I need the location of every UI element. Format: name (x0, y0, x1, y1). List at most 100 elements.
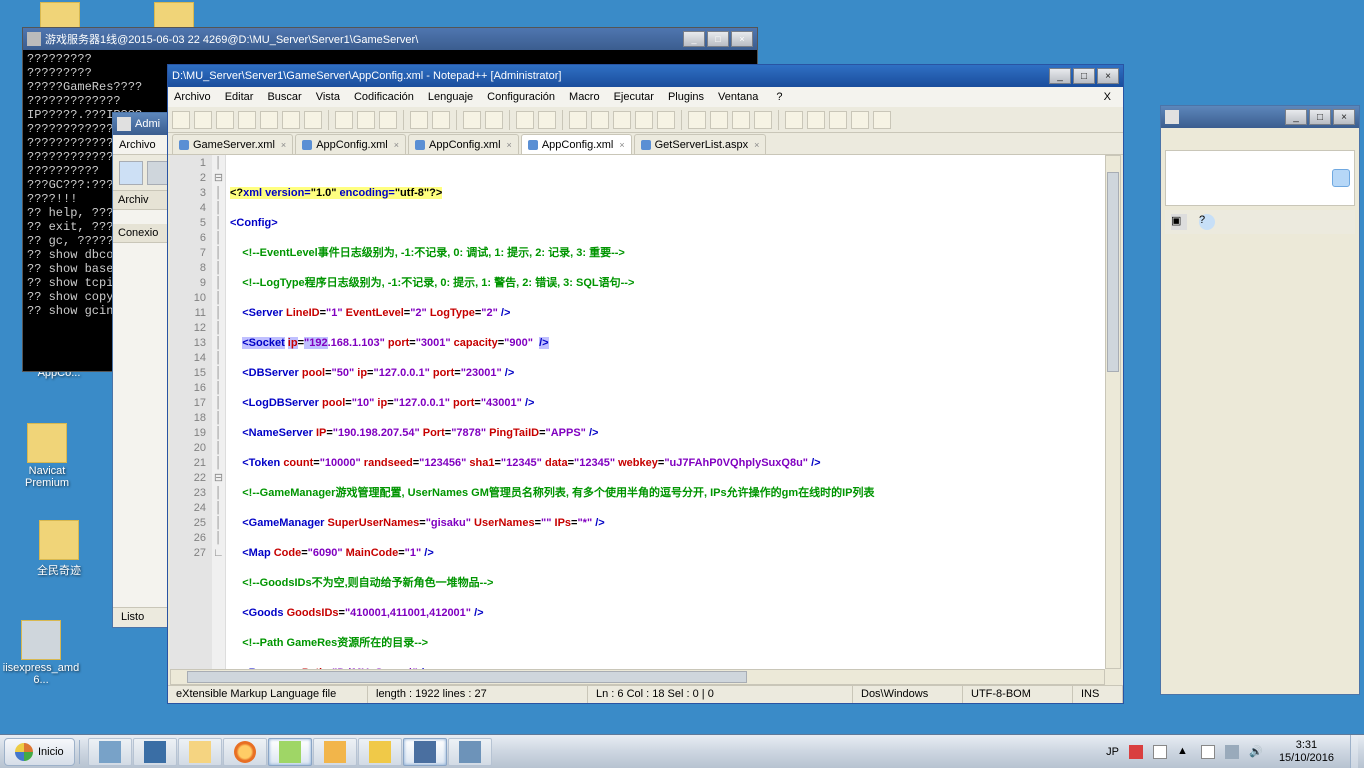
editor-tab[interactable]: GetServerList.aspx× (634, 134, 767, 154)
print-icon[interactable] (304, 111, 322, 129)
pin-notepadpp[interactable] (268, 738, 312, 766)
menu-vista[interactable]: Vista (316, 91, 340, 103)
close-button[interactable]: × (1333, 109, 1355, 125)
desktop-icon[interactable]: Navicat Premium (8, 423, 86, 489)
menu-codificacion[interactable]: Codificación (354, 91, 414, 103)
code-area[interactable]: <?xml version="1.0" encoding="utf-8"?> <… (226, 155, 1105, 669)
editor-tab[interactable]: AppConfig.xml× (408, 134, 519, 154)
tab-close-icon[interactable]: × (754, 140, 759, 150)
maximize-button[interactable]: □ (1309, 109, 1331, 125)
function-list-icon[interactable] (732, 111, 750, 129)
lang-icon[interactable] (688, 111, 706, 129)
right-icon (1165, 110, 1179, 124)
desktop-icon[interactable]: 全民奇迹 (20, 520, 98, 578)
editor-tab[interactable]: AppConfig.xml× (521, 134, 632, 154)
menu-plugins[interactable]: Plugins (668, 91, 704, 103)
menu-macro[interactable]: Macro (569, 91, 600, 103)
go-icon[interactable] (1332, 169, 1350, 187)
vertical-scrollbar[interactable] (1105, 155, 1121, 669)
pin-console[interactable] (403, 738, 447, 766)
maximize-button[interactable]: □ (1073, 68, 1095, 84)
tray-shield-icon[interactable] (1129, 745, 1143, 759)
macro-play-icon[interactable] (829, 111, 847, 129)
sync-h-icon[interactable] (591, 111, 609, 129)
menu-ventana[interactable]: Ventana (718, 91, 758, 103)
replace-icon[interactable] (485, 111, 503, 129)
close-file-icon[interactable] (260, 111, 278, 129)
sync-v-icon[interactable] (569, 111, 587, 129)
macro-start-icon[interactable] (785, 111, 803, 129)
lang-indicator[interactable]: JP (1106, 746, 1119, 758)
status-eol: Dos\Windows (853, 686, 963, 703)
zoom-in-icon[interactable] (516, 111, 534, 129)
right-titlebar[interactable]: _ □ × (1161, 106, 1359, 128)
folder-icon[interactable] (710, 111, 728, 129)
pin-app2[interactable] (448, 738, 492, 766)
tray-action-icon[interactable] (1201, 745, 1215, 759)
tray-sound-icon[interactable]: 🔊 (1249, 745, 1263, 759)
cut-icon[interactable] (335, 111, 353, 129)
copy-icon[interactable] (357, 111, 375, 129)
pin-server-manager[interactable] (88, 738, 132, 766)
maximize-button[interactable]: □ (707, 31, 729, 47)
tray-flag-icon[interactable] (1153, 745, 1167, 759)
taskbar-clock[interactable]: 3:31 15/10/2016 (1273, 739, 1340, 765)
npp-editor[interactable]: 1234567891011121314151617181920212223242… (170, 155, 1105, 669)
tab-close-icon[interactable]: × (619, 140, 624, 150)
back-button[interactable] (119, 161, 143, 185)
tab-close-icon[interactable]: × (281, 140, 286, 150)
pin-navicat[interactable] (358, 738, 402, 766)
horizontal-scrollbar[interactable] (170, 669, 1105, 685)
find-icon[interactable] (463, 111, 481, 129)
tab-close-icon[interactable]: × (394, 140, 399, 150)
filter-icon[interactable]: ▣ (1171, 214, 1187, 230)
pin-explorer[interactable] (178, 738, 222, 766)
editor-tab[interactable]: GameServer.xml× (172, 134, 293, 154)
minimize-button[interactable]: _ (1285, 109, 1307, 125)
menu-configuracion[interactable]: Configuración (487, 91, 555, 103)
pin-powershell[interactable] (133, 738, 177, 766)
wrap-icon[interactable] (613, 111, 631, 129)
paste-icon[interactable] (379, 111, 397, 129)
new-file-icon[interactable] (172, 111, 190, 129)
open-file-icon[interactable] (194, 111, 212, 129)
console-titlebar[interactable]: 游戏服务器1线@2015-06-03 22 4269@D:\MU_Server\… (23, 28, 757, 50)
tray-arrow-icon[interactable]: ▲ (1177, 745, 1191, 759)
tab-close-icon[interactable]: × (507, 140, 512, 150)
redo-icon[interactable] (432, 111, 450, 129)
show-desktop-button[interactable] (1350, 735, 1358, 768)
doc-map-icon[interactable] (754, 111, 772, 129)
pin-app1[interactable] (313, 738, 357, 766)
menu-help[interactable]: ? (776, 91, 782, 103)
minimize-button[interactable]: _ (1049, 68, 1071, 84)
indent-guide-icon[interactable] (657, 111, 675, 129)
menu-file[interactable]: Archivo (119, 139, 156, 151)
desktop-icon[interactable]: iisexpress_amd6... (2, 620, 80, 686)
close-all-icon[interactable] (282, 111, 300, 129)
macro-multi-icon[interactable] (851, 111, 869, 129)
npp-titlebar[interactable]: D:\MU_Server\Server1\GameServer\AppConfi… (168, 65, 1123, 87)
minimize-button[interactable]: _ (683, 31, 705, 47)
save-icon[interactable] (216, 111, 234, 129)
menu-lenguaje[interactable]: Lenguaje (428, 91, 473, 103)
menu-editar[interactable]: Editar (225, 91, 254, 103)
close-button[interactable]: × (1097, 68, 1119, 84)
menu-ejecutar[interactable]: Ejecutar (614, 91, 654, 103)
macro-save-icon[interactable] (873, 111, 891, 129)
pin-firefox[interactable] (223, 738, 267, 766)
macro-stop-icon[interactable] (807, 111, 825, 129)
help-icon[interactable]: ? (1199, 214, 1215, 230)
undo-icon[interactable] (410, 111, 428, 129)
editor-tab[interactable]: AppConfig.xml× (295, 134, 406, 154)
close-button[interactable]: × (731, 31, 753, 47)
start-button[interactable]: Inicio (4, 738, 75, 766)
tray-network-icon[interactable] (1225, 745, 1239, 759)
menubar-close-x[interactable]: X (1104, 91, 1111, 103)
fold-gutter[interactable]: │⊟│││││││││││││││││││⊟││││∟ (212, 155, 226, 669)
status-enc: UTF-8-BOM (963, 686, 1073, 703)
show-all-chars-icon[interactable] (635, 111, 653, 129)
menu-buscar[interactable]: Buscar (267, 91, 301, 103)
save-all-icon[interactable] (238, 111, 256, 129)
menu-archivo[interactable]: Archivo (174, 91, 211, 103)
zoom-out-icon[interactable] (538, 111, 556, 129)
